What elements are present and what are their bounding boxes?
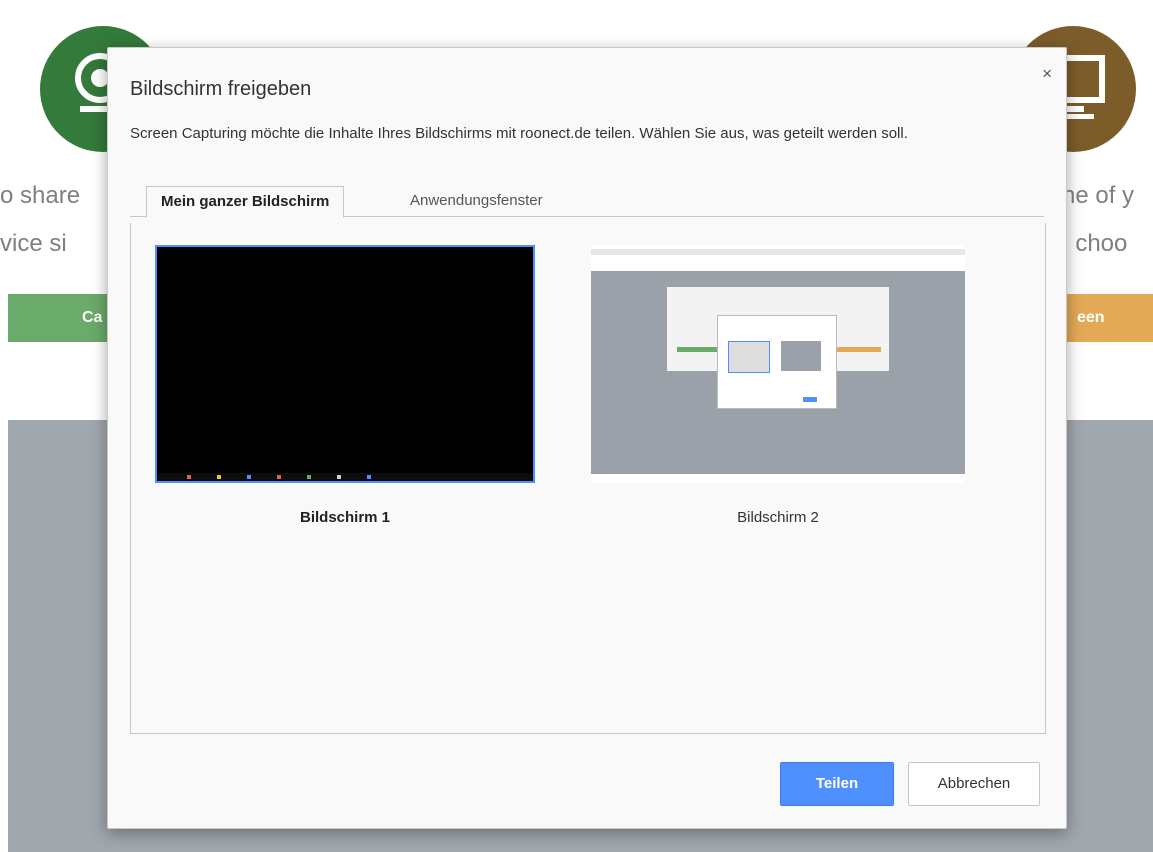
background-text-right-2: , choo [1062, 230, 1128, 257]
cancel-button[interactable]: Abbrechen [908, 762, 1040, 806]
screen-1-thumbnail[interactable] [155, 245, 535, 483]
background-screen-button-label: een [1077, 309, 1105, 326]
screen-2-thumbnail[interactable] [591, 245, 965, 483]
taskbar-preview [157, 473, 533, 481]
background-text-left-2: vice si [0, 230, 67, 257]
background-text-left-1: o share [0, 182, 81, 209]
background-screen-button[interactable]: een [1065, 294, 1153, 342]
background-camera-button[interactable]: Ca [8, 294, 108, 342]
background-text-right-1: ne of y [1062, 182, 1135, 209]
tab-bar: Mein ganzer Bildschirm Anwendungsfenster [130, 178, 1044, 218]
tab-application-window[interactable]: Anwendungsfenster [396, 186, 557, 216]
screen-1-label: Bildschirm 1 [299, 509, 391, 526]
source-panel: Bildschirm 1 Bildschirm 2 [130, 223, 1046, 734]
screen-2-label: Bildschirm 2 [737, 509, 819, 526]
background-camera-button-label: Ca [82, 309, 103, 326]
tab-entire-screen[interactable]: Mein ganzer Bildschirm [146, 186, 345, 218]
dialog-description: Screen Capturing möchte die Inhalte Ihre… [130, 125, 908, 142]
share-button[interactable]: Teilen [780, 762, 894, 806]
dialog-title: Bildschirm freigeben [130, 78, 312, 100]
close-icon[interactable]: × [1042, 64, 1052, 84]
share-screen-dialog: × Bildschirm freigeben Screen Capturing … [107, 47, 1067, 829]
